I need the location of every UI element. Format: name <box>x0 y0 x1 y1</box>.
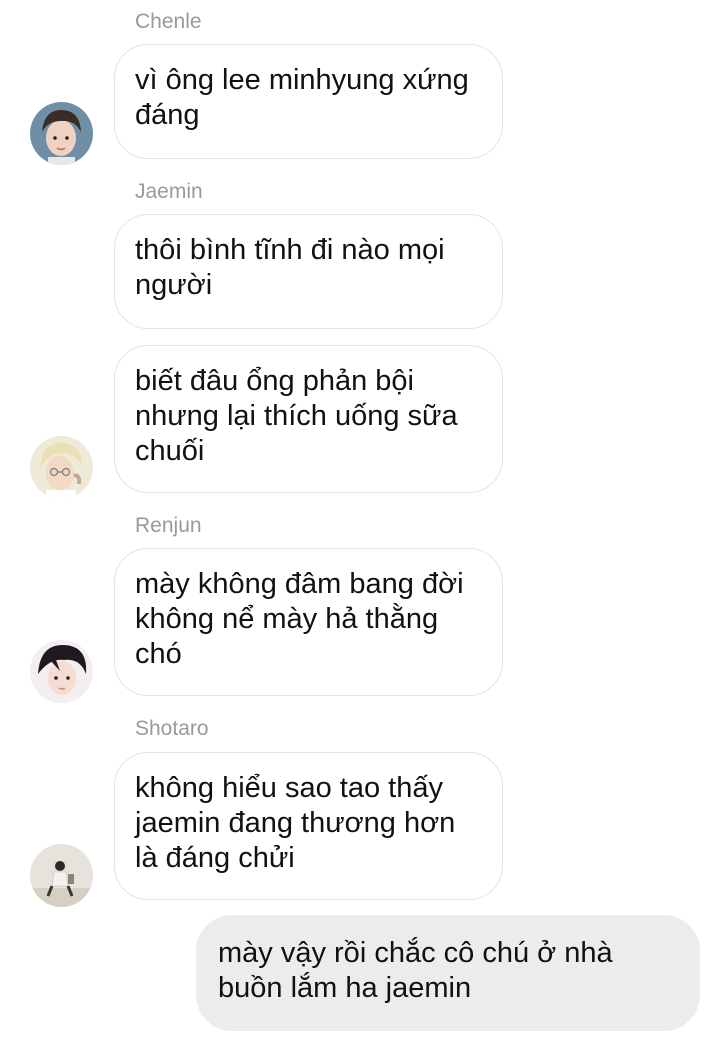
outgoing-message-bubble[interactable]: mày vậy rồi chắc cô chú ở nhà buồn lắm h… <box>196 915 700 1031</box>
message-text-line: mày vậy rồi chắc cô chú ở nhà <box>218 937 613 969</box>
message-text-line: đáng <box>135 99 200 131</box>
message-text-line: buồn lắm ha jaemin <box>218 972 472 1004</box>
avatar-renjun[interactable] <box>30 640 93 703</box>
message-text-line: mày không đâm bang đời <box>135 568 464 600</box>
message-text-line: nhưng lại thích uống sữa <box>135 400 458 432</box>
sender-name-renjun: Renjun <box>135 514 202 537</box>
avatar-chenle[interactable] <box>30 102 93 165</box>
message-text-line: thôi bình tĩnh đi nào mọi <box>135 234 445 266</box>
message-text-line: jaemin đang thương hơn <box>135 807 456 839</box>
message-text-line: không nể mày hả thằng <box>135 603 439 635</box>
sender-name-jaemin: Jaemin <box>135 180 203 203</box>
message-text-line: chó <box>135 638 182 670</box>
sender-name-chenle: Chenle <box>135 10 202 33</box>
avatar-shotaro[interactable] <box>30 844 93 907</box>
avatar-image <box>30 436 93 499</box>
avatar-jaemin[interactable] <box>30 436 93 499</box>
avatar-image <box>30 844 93 907</box>
message-text-line: là đáng chửi <box>135 842 295 874</box>
sender-name-shotaro: Shotaro <box>135 717 209 740</box>
message-text-line: biết đâu ổng phản bội <box>135 365 414 397</box>
message-bubble[interactable]: mày không đâm bang đời không nể mày hả t… <box>114 548 503 696</box>
message-text-line: vì ông lee minhyung xứng <box>135 64 469 96</box>
avatar-image <box>30 640 93 703</box>
message-bubble[interactable]: không hiểu sao tao thấy jaemin đang thươ… <box>114 752 503 900</box>
message-text-line: không hiểu sao tao thấy <box>135 772 443 804</box>
message-text-line: chuối <box>135 435 205 467</box>
avatar-image <box>30 102 93 165</box>
message-text-line: người <box>135 269 213 301</box>
message-bubble[interactable]: biết đâu ổng phản bội nhưng lại thích uố… <box>114 345 503 493</box>
message-bubble[interactable]: thôi bình tĩnh đi nào mọi người <box>114 214 503 329</box>
message-bubble[interactable]: vì ông lee minhyung xứng đáng <box>114 44 503 159</box>
